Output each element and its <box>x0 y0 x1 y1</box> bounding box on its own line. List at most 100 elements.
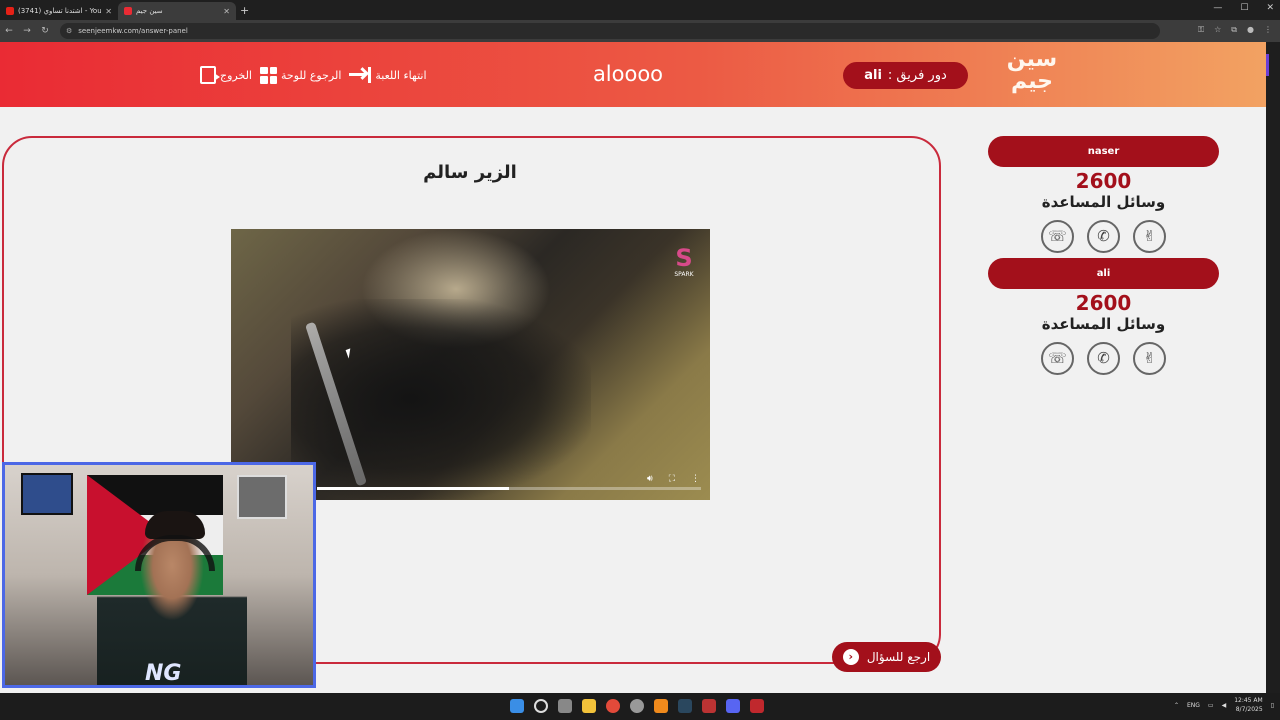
browser-toolbar-icons: ⚿ ☆ ⧉ ● ⋮ <box>1198 25 1272 35</box>
aids-row: ☏ ✆ ✌ <box>988 342 1219 375</box>
team-turn-indicator: دور فريق : ali <box>843 62 968 89</box>
taskbar-apps <box>510 699 764 713</box>
address-bar-row: ← → ↻ ⚙ seenjeemkw.com/answer-panel <box>0 20 1280 42</box>
close-icon[interactable]: ✕ <box>105 7 112 16</box>
back-to-question-button[interactable]: ارجع للسؤال ‹ <box>832 642 941 672</box>
turn-team-name: ali <box>864 68 882 83</box>
phone-flip-icon[interactable]: ☏ <box>1041 220 1074 253</box>
spark-logo-icon: S <box>675 244 693 272</box>
new-tab-button[interactable]: + <box>240 4 249 17</box>
back-to-board-label: الرجوع للوحة <box>281 68 342 82</box>
tab-seenjeem[interactable]: سين جيم ✕ <box>118 2 236 20</box>
system-tray: ⌃ ENG ▭ ◀ 12:45 AM 8/7/2025 ▯ <box>1174 696 1274 714</box>
end-game-label: انتهاء اللعبة <box>375 68 427 82</box>
channel-logo: NG <box>145 661 182 686</box>
network-icon[interactable]: ▭ <box>1208 702 1214 709</box>
url-text: seenjeemkw.com/answer-panel <box>78 27 188 35</box>
file-explorer-icon[interactable] <box>582 699 596 713</box>
app-icon[interactable] <box>630 699 644 713</box>
team-score: 2600 <box>1075 169 1132 193</box>
close-icon[interactable]: ✕ <box>223 7 230 16</box>
site-logo[interactable]: سين جيم <box>1002 49 1062 101</box>
wall-poster <box>21 473 73 515</box>
team-card-ali: ali 2600 وسائل المساعدة ☏ ✆ ✌ <box>988 258 1219 375</box>
exit-label: الخروج <box>220 68 252 82</box>
phone-icon[interactable]: ✆ <box>1087 342 1120 375</box>
bookmark-star-icon[interactable]: ☆ <box>1214 25 1221 35</box>
answer-video[interactable]: S SPARK 🔊︎ ⛶ ⋮ <box>231 229 710 500</box>
end-game-icon <box>349 67 372 83</box>
video-channel-logo: S SPARK <box>672 245 696 283</box>
more-options-icon[interactable]: ⋮ <box>691 474 700 484</box>
tab-youtube[interactable]: (3741) اشتدنا تساوي - YouTube ✕ <box>0 2 118 20</box>
tab-title: (3741) اشتدنا تساوي - YouTube <box>18 7 102 15</box>
scroll-marker <box>1266 54 1269 76</box>
chrome-icon[interactable] <box>606 699 620 713</box>
search-icon[interactable] <box>534 699 548 713</box>
app-icon[interactable] <box>702 699 716 713</box>
tab-title: سين جيم <box>136 7 163 15</box>
video-progress-fill <box>317 487 509 490</box>
url-field[interactable]: ⚙ seenjeemkw.com/answer-panel <box>60 23 1160 39</box>
task-view-icon[interactable] <box>558 699 572 713</box>
steam-icon[interactable] <box>678 699 692 713</box>
webcam-overlay: NG <box>2 462 316 688</box>
game-name: aloooo <box>592 62 664 86</box>
turn-label: دور فريق : <box>887 68 947 83</box>
back-to-board-button[interactable]: الرجوع للوحة <box>260 66 342 84</box>
team-name: naser <box>988 136 1219 167</box>
notification-icon[interactable]: ▯ <box>1271 702 1274 709</box>
volume-icon[interactable]: ◀ <box>1222 702 1227 709</box>
wall-poster <box>237 475 287 519</box>
two-fingers-icon[interactable]: ✌ <box>1133 220 1166 253</box>
maximize-button[interactable]: ☐ <box>1240 3 1248 13</box>
exit-icon <box>200 66 220 84</box>
fullscreen-icon[interactable]: ⛶ <box>669 474 675 484</box>
taskbar: ⌃ ENG ▭ ◀ 12:45 AM 8/7/2025 ▯ <box>0 693 1280 720</box>
discord-icon[interactable] <box>726 699 740 713</box>
two-fingers-icon[interactable]: ✌ <box>1133 342 1166 375</box>
aids-row: ☏ ✆ ✌ <box>988 220 1219 253</box>
lang-indicator[interactable]: ENG <box>1187 702 1200 709</box>
window-controls: — ☐ ✕ <box>1213 3 1274 13</box>
browser-tab-bar: (3741) اشتدنا تساوي - YouTube ✕ سين جيم … <box>0 0 1280 20</box>
youtube-icon <box>6 7 14 15</box>
time: 12:45 AM <box>1234 697 1263 704</box>
phone-icon[interactable]: ✆ <box>1087 220 1120 253</box>
recorder-icon[interactable] <box>750 699 764 713</box>
team-score: 2600 <box>1075 291 1132 315</box>
reload-icon[interactable]: ↻ <box>36 26 54 36</box>
phone-flip-icon[interactable]: ☏ <box>1041 342 1074 375</box>
channel-mark: SPARK <box>674 271 694 278</box>
vlc-icon[interactable] <box>654 699 668 713</box>
menu-icon[interactable]: ⋮ <box>1264 25 1272 35</box>
chevron-left-icon: ‹ <box>842 649 859 665</box>
windows-start-icon[interactable] <box>510 699 524 713</box>
header-actions: الخروج الرجوع للوحة انتهاء اللعبة <box>200 66 427 84</box>
forward-arrow-icon[interactable]: → <box>18 26 36 36</box>
back-arrow-icon[interactable]: ← <box>0 26 18 36</box>
exit-button[interactable]: الخروج <box>200 66 252 84</box>
answer-title: الزير سالم <box>423 162 517 183</box>
back-to-question-label: ارجع للسؤال <box>866 650 931 664</box>
chevron-up-icon[interactable]: ⌃ <box>1174 702 1179 709</box>
volume-icon[interactable]: 🔊︎ <box>647 474 653 484</box>
extensions-icon[interactable]: ⧉ <box>1231 25 1237 35</box>
side-scrollbar[interactable] <box>1266 42 1280 693</box>
header-bar: سين جيم دور فريق : ali aloooo الخروج الر… <box>0 42 1266 107</box>
site-info-icon[interactable]: ⚙ <box>66 27 72 35</box>
key-icon[interactable]: ⚿ <box>1198 25 1204 35</box>
minimize-button[interactable]: — <box>1213 3 1222 13</box>
end-game-button[interactable]: انتهاء اللعبة <box>349 67 427 83</box>
team-name: ali <box>988 258 1219 289</box>
aids-label: وسائل المساعدة <box>1041 193 1166 211</box>
team-card-naser: naser 2600 وسائل المساعدة ☏ ✆ ✌ <box>988 136 1219 253</box>
date: 8/7/2025 <box>1235 706 1263 713</box>
clock[interactable]: 12:45 AM 8/7/2025 <box>1234 696 1262 714</box>
close-window-button[interactable]: ✕ <box>1266 3 1274 13</box>
video-progress-bar[interactable] <box>317 487 701 490</box>
aids-label: وسائل المساعدة <box>1041 315 1166 333</box>
grid-icon <box>260 66 277 84</box>
site-icon <box>124 7 132 15</box>
profile-icon[interactable]: ● <box>1247 25 1254 35</box>
